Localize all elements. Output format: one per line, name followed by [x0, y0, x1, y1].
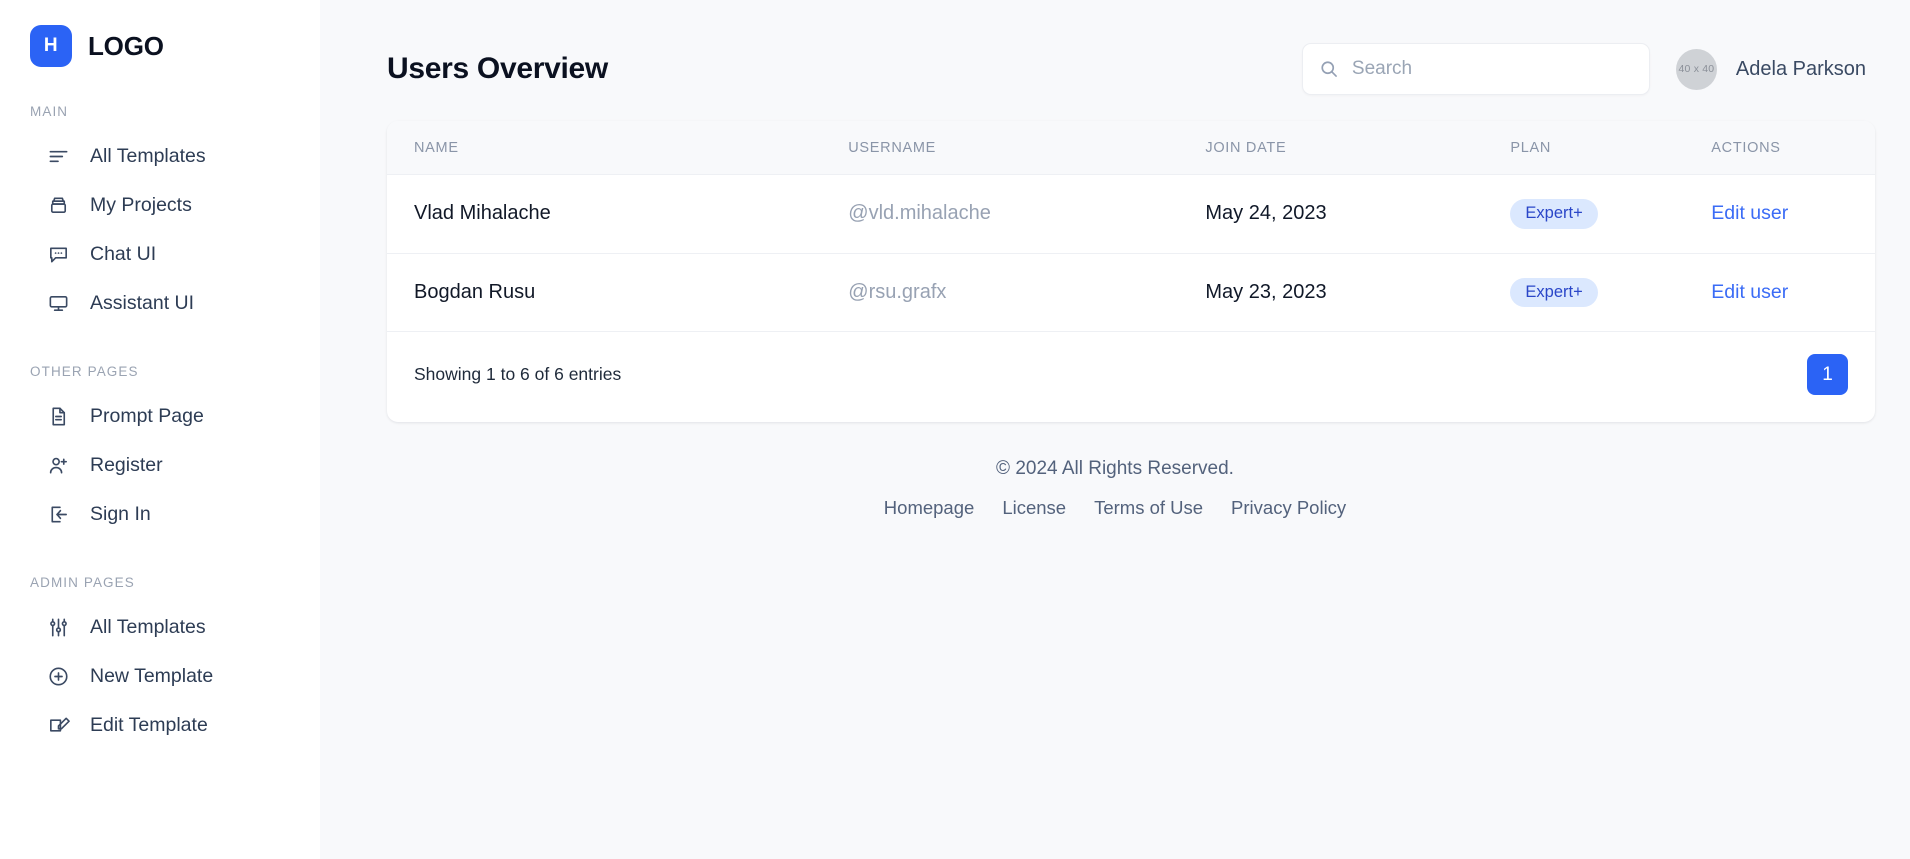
sidebar-item-new-template[interactable]: New Template — [0, 652, 320, 701]
cell-plan: Expert+ — [1510, 253, 1712, 332]
footer-link-license[interactable]: License — [1002, 497, 1066, 519]
column-header-join-date[interactable]: JOIN DATE — [1205, 121, 1511, 175]
sidebar-item-my-projects[interactable]: My Projects — [0, 181, 320, 230]
cell-join-date: May 23, 2023 — [1205, 253, 1511, 332]
logo-mark-icon: H — [30, 25, 72, 67]
sidebar-item-label: My Projects — [90, 193, 192, 216]
sidebar-item-label: Prompt Page — [90, 404, 204, 427]
pagination-page-1[interactable]: 1 — [1807, 354, 1848, 395]
list-icon — [46, 145, 70, 169]
table-head: NAME USERNAME JOIN DATE PLAN ACTIONS — [387, 121, 1875, 175]
sidebar-item-label: Chat UI — [90, 242, 157, 265]
column-header-plan[interactable]: PLAN — [1510, 121, 1712, 175]
profile-menu[interactable]: 40 x 40 Adela Parkson — [1675, 48, 1866, 90]
sidebar-item-label: All Templates — [90, 144, 206, 167]
table-header-row: NAME USERNAME JOIN DATE PLAN ACTIONS — [387, 121, 1875, 175]
sidebar-item-sign-in[interactable]: Sign In — [0, 490, 320, 539]
table-footer: Showing 1 to 6 of 6 entries 1 — [387, 332, 1875, 422]
sliders-icon — [46, 616, 70, 640]
sidebar-section-admin-pages-title: ADMIN PAGES — [30, 575, 135, 590]
table-row[interactable]: Vlad Mihalache @vld.mihalache May 24, 20… — [387, 174, 1875, 254]
sidebar: H LOGO MAIN All Templates My Projects Ch… — [0, 0, 320, 859]
users-table-card: NAME USERNAME JOIN DATE PLAN ACTIONS Vla… — [387, 121, 1875, 422]
edit-user-link[interactable]: Edit user — [1711, 202, 1788, 224]
avatar: 40 x 40 — [1675, 48, 1717, 90]
entries-summary: Showing 1 to 6 of 6 entries — [414, 364, 622, 384]
edit-user-link[interactable]: Edit user — [1711, 281, 1788, 303]
footer-links: Homepage License Terms of Use Privacy Po… — [320, 497, 1910, 519]
sign-in-icon — [46, 503, 70, 527]
topbar-right: 40 x 40 Adela Parkson — [1301, 43, 1866, 95]
sidebar-item-edit-template[interactable]: Edit Template — [0, 701, 320, 750]
app-root: H LOGO MAIN All Templates My Projects Ch… — [0, 0, 1910, 859]
footer-link-terms-of-use[interactable]: Terms of Use — [1094, 497, 1203, 519]
page-title: Users Overview — [387, 52, 608, 85]
profile-name: Adela Parkson — [1735, 57, 1866, 80]
cell-username: @rsu.grafx — [848, 253, 1206, 332]
sidebar-section-other-pages-title: OTHER PAGES — [30, 364, 139, 379]
search-input[interactable] — [1351, 58, 1633, 80]
users-table: NAME USERNAME JOIN DATE PLAN ACTIONS Vla… — [387, 121, 1875, 332]
status-badge: Expert+ — [1510, 199, 1598, 229]
plus-circle-icon — [46, 665, 70, 689]
page-footer: © 2024 All Rights Reserved. Homepage Lic… — [320, 458, 1910, 519]
sidebar-item-prompt-page[interactable]: Prompt Page — [0, 392, 320, 441]
footer-link-homepage[interactable]: Homepage — [884, 497, 975, 519]
topbar: Users Overview 40 x 40 Adela Parkson — [320, 0, 1910, 104]
user-plus-icon — [46, 454, 70, 478]
sidebar-content: H LOGO MAIN All Templates My Projects Ch… — [0, 0, 320, 750]
sidebar-item-label: New Template — [90, 664, 214, 687]
column-header-actions[interactable]: ACTIONS — [1711, 121, 1875, 175]
sidebar-item-label: Register — [90, 453, 163, 476]
brand-name: LOGO — [88, 30, 164, 61]
search-box[interactable] — [1301, 43, 1650, 95]
table-row[interactable]: Bogdan Rusu @rsu.grafx May 23, 2023 Expe… — [387, 253, 1875, 332]
column-header-name[interactable]: NAME — [387, 121, 849, 175]
pagination: 1 — [1807, 354, 1848, 395]
sidebar-item-chat-ui[interactable]: Chat UI — [0, 230, 320, 279]
cell-plan: Expert+ — [1510, 174, 1712, 254]
sidebar-item-label: Sign In — [90, 502, 151, 525]
brand[interactable]: H LOGO — [0, 0, 320, 68]
sidebar-section-main-title: MAIN — [30, 104, 69, 119]
cell-name: Bogdan Rusu — [387, 253, 849, 332]
sidebar-item-label: All Templates — [90, 615, 206, 638]
monitor-icon — [46, 292, 70, 316]
copyright-text: © 2024 All Rights Reserved. — [996, 458, 1234, 479]
document-icon — [46, 405, 70, 429]
status-badge: Expert+ — [1510, 277, 1598, 307]
chat-bubble-icon — [46, 243, 70, 267]
cell-actions: Edit user — [1711, 253, 1875, 332]
cell-actions: Edit user — [1711, 174, 1875, 254]
table-body: Vlad Mihalache @vld.mihalache May 24, 20… — [387, 174, 1875, 332]
cell-join-date: May 24, 2023 — [1205, 174, 1511, 254]
sidebar-item-all-templates[interactable]: All Templates — [0, 132, 320, 181]
main-content: Users Overview 40 x 40 Adela Parkson — [320, 0, 1910, 859]
sidebar-item-register[interactable]: Register — [0, 441, 320, 490]
footer-link-privacy-policy[interactable]: Privacy Policy — [1231, 497, 1346, 519]
sidebar-item-label: Edit Template — [90, 713, 208, 736]
sidebar-item-admin-all-templates[interactable]: All Templates — [0, 603, 320, 652]
search-icon — [1319, 59, 1339, 79]
cell-name: Vlad Mihalache — [387, 174, 849, 254]
sidebar-item-assistant-ui[interactable]: Assistant UI — [0, 279, 320, 328]
edit-template-icon — [46, 714, 70, 738]
cell-username: @vld.mihalache — [848, 174, 1206, 254]
sidebar-item-label: Assistant UI — [90, 291, 195, 314]
column-header-username[interactable]: USERNAME — [848, 121, 1206, 175]
archive-box-icon — [46, 194, 70, 218]
